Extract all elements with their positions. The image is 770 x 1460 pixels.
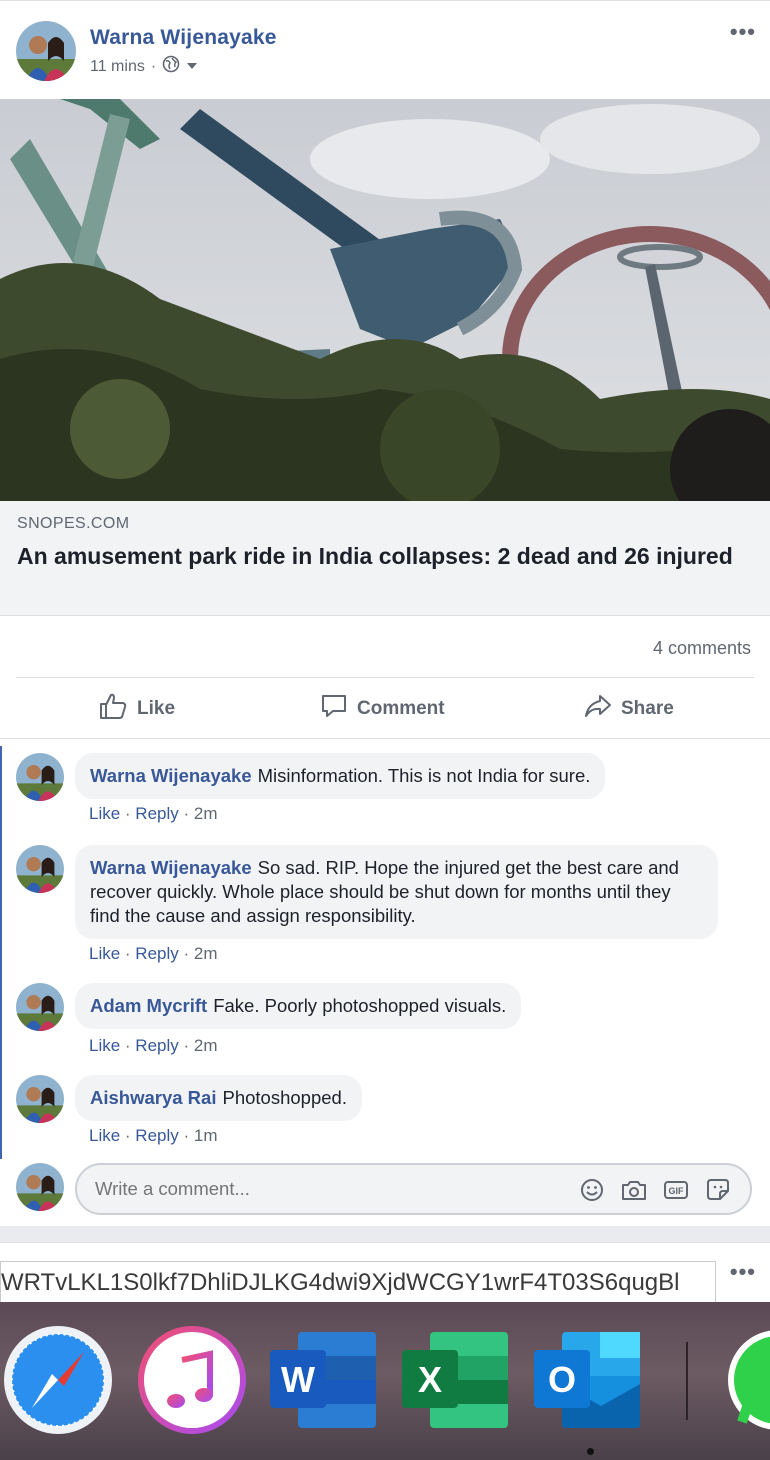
comment-actions: Like · Reply · 1m — [89, 1126, 218, 1145]
post-meta: 11 mins · — [90, 55, 198, 78]
divider — [16, 677, 754, 678]
itunes-icon[interactable] — [136, 1324, 248, 1436]
share-arrow-icon — [584, 692, 612, 726]
comment-bubble: Warna Wijenayake Misinformation. This is … — [75, 753, 606, 799]
excel-icon[interactable]: X — [400, 1324, 512, 1436]
comment-bubble: Warna Wijenayake So sad. RIP. Hope the in… — [75, 845, 718, 939]
emoji-icon[interactable] — [578, 1177, 606, 1203]
safari-icon[interactable] — [2, 1324, 114, 1436]
commenter-name[interactable]: Warna Wijenayake — [90, 857, 252, 878]
comment-text: Photoshopped. — [222, 1087, 347, 1108]
sticker-icon[interactable] — [704, 1177, 732, 1203]
comment-bubble: Adam Mycrift Fake. Poorly photoshopped vi… — [75, 983, 522, 1029]
comment-label: Comment — [357, 698, 445, 719]
author-avatar[interactable] — [16, 21, 76, 81]
composer-icons: GIF — [578, 1177, 732, 1203]
comment-like-link[interactable]: Like — [89, 944, 120, 963]
comment-text: Misinformation. This is not India for su… — [257, 765, 591, 786]
commenter-name[interactable]: Adam Mycrift — [90, 995, 207, 1016]
comment-actions: Like · Reply · 2m — [89, 944, 218, 963]
post-options-icon[interactable]: ••• — [730, 1259, 756, 1285]
dock-divider — [686, 1342, 688, 1420]
post-options-icon[interactable]: ••• — [730, 19, 756, 45]
commenter-name[interactable]: Aishwarya Rai — [90, 1087, 216, 1108]
comments-thread-indicator — [0, 746, 2, 1159]
share-label: Share — [621, 698, 674, 719]
gif-icon[interactable]: GIF — [662, 1177, 690, 1203]
comment-composer[interactable]: GIF — [75, 1163, 752, 1215]
svg-text:GIF: GIF — [669, 1186, 685, 1196]
comment-button[interactable]: Comment — [320, 679, 445, 739]
url-text-field[interactable]: WRTvLKL1S0lkf7DhliDJLKG4dwi9XjdWCGY1wrF4… — [0, 1261, 716, 1305]
link-headline[interactable]: An amusement park ride in India collapse… — [17, 541, 737, 572]
comment-like-link[interactable]: Like — [89, 1036, 120, 1055]
word-icon[interactable]: W — [268, 1324, 380, 1436]
commenter-avatar[interactable] — [16, 1075, 64, 1123]
thumbs-up-icon — [98, 692, 128, 726]
excel-letter: X — [418, 1359, 442, 1400]
link-preview-image[interactable] — [0, 99, 770, 501]
comment-actions: Like · Reply · 2m — [89, 804, 218, 823]
camera-icon[interactable] — [620, 1177, 648, 1203]
speech-bubble-icon — [320, 692, 348, 726]
next-post-card: WRTvLKL1S0lkf7DhliDJLKG4dwi9XjdWCGY1wrF4… — [0, 1242, 770, 1305]
word-letter: W — [281, 1359, 315, 1400]
my-avatar[interactable] — [16, 1163, 64, 1211]
outlook-letter: O — [548, 1359, 576, 1400]
whatsapp-icon[interactable] — [722, 1324, 770, 1436]
comment-actions: Like · Reply · 2m — [89, 1036, 218, 1055]
like-label: Like — [137, 698, 176, 719]
comment-like-link[interactable]: Like — [89, 804, 120, 823]
comment-reply-link[interactable]: Reply — [135, 944, 178, 963]
macos-dock: W X O — [0, 1302, 770, 1460]
share-button[interactable]: Share — [584, 679, 674, 739]
link-preview-caption[interactable]: SNOPES.COM An amusement park ride in Ind… — [0, 501, 770, 616]
comment-input[interactable] — [95, 1178, 555, 1200]
comment-bubble: Aishwarya Rai Photoshopped. — [75, 1075, 362, 1121]
post-time[interactable]: 11 mins — [90, 58, 145, 76]
chevron-down-icon[interactable] — [186, 58, 198, 76]
comment-count[interactable]: 4 comments — [653, 638, 751, 659]
post-author-name[interactable]: Warna Wijenayake — [90, 26, 277, 50]
comment-text: Fake. Poorly photoshopped visuals. — [213, 995, 507, 1016]
commenter-avatar[interactable] — [16, 845, 64, 893]
comment-reply-link[interactable]: Reply — [135, 804, 178, 823]
post-actions: Like Comment Share — [0, 679, 770, 739]
comment-reply-link[interactable]: Reply — [135, 1126, 178, 1145]
commenter-name[interactable]: Warna Wijenayake — [90, 765, 252, 786]
globe-icon[interactable] — [162, 55, 180, 78]
link-domain: SNOPES.COM — [17, 515, 130, 532]
like-button[interactable]: Like — [98, 679, 175, 739]
post-card: Warna Wijenayake 11 mins · ••• SNOPES.CO… — [0, 0, 770, 1226]
comment-reply-link[interactable]: Reply — [135, 1036, 178, 1055]
comment-time[interactable]: 1m — [194, 1126, 218, 1145]
commenter-avatar[interactable] — [16, 983, 64, 1031]
comment-like-link[interactable]: Like — [89, 1126, 120, 1145]
comment-time[interactable]: 2m — [194, 1036, 218, 1055]
comment-time[interactable]: 2m — [194, 944, 218, 963]
outlook-icon[interactable]: O — [532, 1324, 644, 1436]
running-indicator — [587, 1448, 594, 1455]
commenter-avatar[interactable] — [16, 753, 64, 801]
comment-time[interactable]: 2m — [194, 804, 218, 823]
